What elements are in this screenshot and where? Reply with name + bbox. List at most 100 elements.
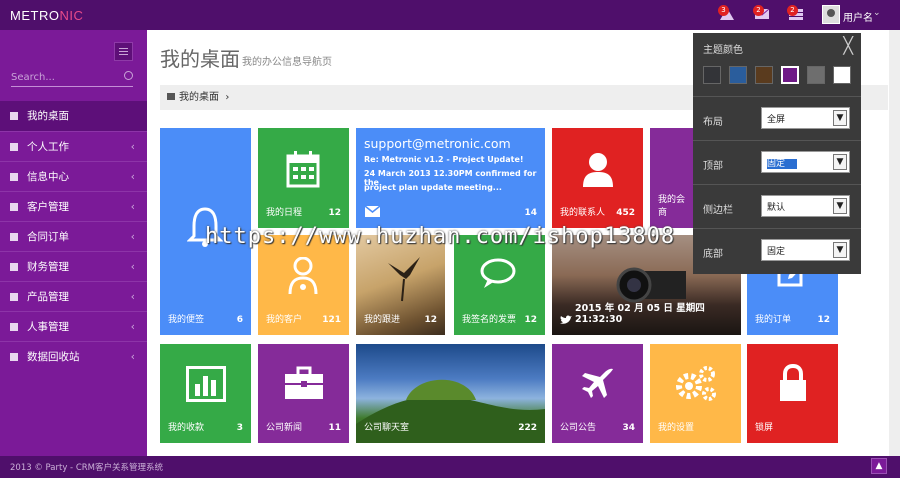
- user-icon: [583, 153, 613, 187]
- menu-toggle-button[interactable]: [114, 42, 133, 61]
- trash-icon: [10, 353, 18, 361]
- sidebar-item-messages[interactable]: 信息中心 ‹: [0, 161, 147, 191]
- chevron-left-icon: ‹: [130, 170, 135, 183]
- chevron-down-icon[interactable]: ⌄: [873, 8, 881, 18]
- tile-count: 222: [518, 423, 537, 433]
- tile-signed-invoices[interactable]: 我签名的发票 12: [454, 235, 545, 335]
- search-icon[interactable]: [124, 71, 133, 80]
- tile-label: 我的日程: [266, 208, 303, 218]
- breadcrumb-separator: ›: [225, 92, 230, 103]
- scroll-top-button[interactable]: ▲: [871, 458, 887, 474]
- table-icon: [10, 293, 18, 301]
- sidebar-nav: 我的桌面 个人工作 ‹ 信息中心 ‹ 客户管理 ‹ 合同订单 ‹ 财务管理 ‹ 产品管理 ‹…: [0, 101, 147, 371]
- theme-swatch-purple[interactable]: [781, 66, 799, 84]
- tile-count: 14: [524, 208, 537, 218]
- theme-swatch-white[interactable]: [833, 66, 851, 84]
- tile-notice[interactable]: 公司公告 34: [552, 344, 643, 443]
- tile-count: 6: [236, 315, 243, 325]
- sidebar: Search... 我的桌面 个人工作 ‹ 信息中心 ‹ 客户管理 ‹ 合同订单 ‹ 财…: [0, 30, 147, 456]
- theme-swatch-blue[interactable]: [729, 66, 747, 84]
- tile-news[interactable]: 公司新闻 11: [258, 344, 349, 443]
- twitter-datetime: 2015 年 02 月 05 日 星期四 21:32:30: [575, 303, 705, 325]
- scrollbar[interactable]: [889, 30, 900, 456]
- breadcrumb-item[interactable]: 我的桌面: [179, 92, 219, 103]
- chevron-down-icon: ▼: [833, 110, 847, 126]
- chevron-left-icon: ‹: [130, 200, 135, 213]
- tile-count: 34: [622, 423, 635, 433]
- bird-image: [388, 257, 420, 302]
- notification-badge: 3: [718, 5, 729, 16]
- mail-address: support@metronic.com: [364, 136, 511, 151]
- mail-icon: [10, 173, 18, 181]
- tile-calendar[interactable]: 我的日程 12: [258, 128, 349, 228]
- tile-income[interactable]: 我的收款 3: [160, 344, 251, 443]
- chevron-left-icon: ‹: [130, 230, 135, 243]
- tile-label: 我签名的发票: [462, 315, 517, 325]
- plane-icon: [582, 368, 613, 398]
- calendar-icon: [286, 151, 320, 188]
- tile-mail[interactable]: support@metronic.com Re: Metronic v1.2 -…: [356, 128, 545, 228]
- tile-customers[interactable]: 我的客户 121: [258, 235, 349, 335]
- envelope-icon: [365, 206, 380, 217]
- tile-count: 452: [616, 208, 635, 218]
- book-icon: [10, 233, 18, 241]
- footer-copyright: 2013 © Party - CRM客户关系管理系统: [10, 463, 163, 473]
- tile-count: 12: [524, 315, 537, 325]
- sidebar-item-products[interactable]: 产品管理 ‹: [0, 281, 147, 311]
- tile-lock[interactable]: 锁屏: [747, 344, 838, 443]
- tile-contacts[interactable]: 我的联系人 452: [552, 128, 643, 228]
- sidebar-item-contracts[interactable]: 合同订单 ‹: [0, 221, 147, 251]
- top-bar: METRONIC 3 2 2 用户名 ⌄: [0, 0, 900, 30]
- page-title: 我的桌面: [160, 47, 240, 71]
- tile-label: 公司聊天室: [364, 423, 410, 433]
- tile-count: 121: [322, 315, 341, 325]
- theme-swatch-dark[interactable]: [703, 66, 721, 84]
- footer-row: 底部 固定 ▼: [693, 228, 861, 272]
- tile-settings[interactable]: 我的设置: [650, 344, 741, 443]
- sidebar-label: 侧边栏: [703, 205, 733, 216]
- home-icon[interactable]: [167, 93, 175, 100]
- page-subtitle: 我的办公信息导航页: [242, 57, 332, 68]
- chevron-left-icon: ‹: [130, 320, 135, 333]
- comments-icon: [480, 258, 516, 288]
- header-row: 顶部 固定 ▼: [693, 140, 861, 184]
- sidebar-item-customers[interactable]: 客户管理 ‹: [0, 191, 147, 221]
- layout-select[interactable]: 全屏 ▼: [761, 107, 850, 129]
- sidebar-row: 侧边栏 默认 ▼: [693, 184, 861, 228]
- sidebar-item-hr[interactable]: 人事管理 ‹: [0, 311, 147, 341]
- avatar[interactable]: [822, 5, 840, 24]
- gears-icon: [676, 366, 716, 401]
- tile-label: 锁屏: [755, 423, 774, 433]
- sidebar-item-desktop[interactable]: 我的桌面: [0, 101, 147, 131]
- header-select[interactable]: 固定 ▼: [761, 151, 850, 173]
- theme-swatch-brown[interactable]: [755, 66, 773, 84]
- header-label: 顶部: [703, 161, 723, 172]
- user-name[interactable]: 用户名: [843, 9, 873, 24]
- theme-panel: 主题颜色 ╳ 布局 全屏 ▼ 顶部 固定 ▼ 侧边栏 默认 ▼ 底部 固定 ▼: [693, 33, 861, 274]
- camera-image: [616, 267, 686, 303]
- sidebar-item-finance[interactable]: 财务管理 ‹: [0, 251, 147, 281]
- close-icon[interactable]: ╳: [843, 36, 853, 55]
- doctor-icon: [288, 257, 318, 295]
- sidebar-item-trash[interactable]: 数据回收站 ‹: [0, 341, 147, 371]
- tile-tracking[interactable]: 我的跟进 12: [356, 235, 445, 335]
- tile-label: 我的客户: [266, 315, 303, 325]
- sidebar-item-personal[interactable]: 个人工作 ‹: [0, 131, 147, 161]
- logo[interactable]: METRONIC: [10, 8, 83, 23]
- mail-body-line: project plan update meeting...: [364, 183, 502, 192]
- footer-label: 底部: [703, 249, 723, 260]
- watermark: https://www.huzhan.com/ishop13808: [205, 224, 676, 249]
- sidebar-select[interactable]: 默认 ▼: [761, 195, 850, 217]
- theme-swatch-grey[interactable]: [807, 66, 825, 84]
- search-input[interactable]: Search...: [11, 70, 133, 87]
- footer-select[interactable]: 固定 ▼: [761, 239, 850, 261]
- chevron-left-icon: ‹: [130, 350, 135, 363]
- tile-meeting[interactable]: 我的会商: [650, 128, 693, 228]
- tile-chat[interactable]: 公司聊天室 222: [356, 344, 545, 443]
- mail-subject: Re: Metronic v1.2 - Project Update!: [364, 155, 524, 164]
- chevron-down-icon: ▼: [833, 154, 847, 170]
- tile-count: 11: [328, 423, 341, 433]
- chevron-left-icon: ‹: [130, 260, 135, 273]
- footer: 2013 © Party - CRM客户关系管理系统 ▲: [0, 456, 900, 478]
- theme-panel-title: 主题颜色: [703, 45, 743, 56]
